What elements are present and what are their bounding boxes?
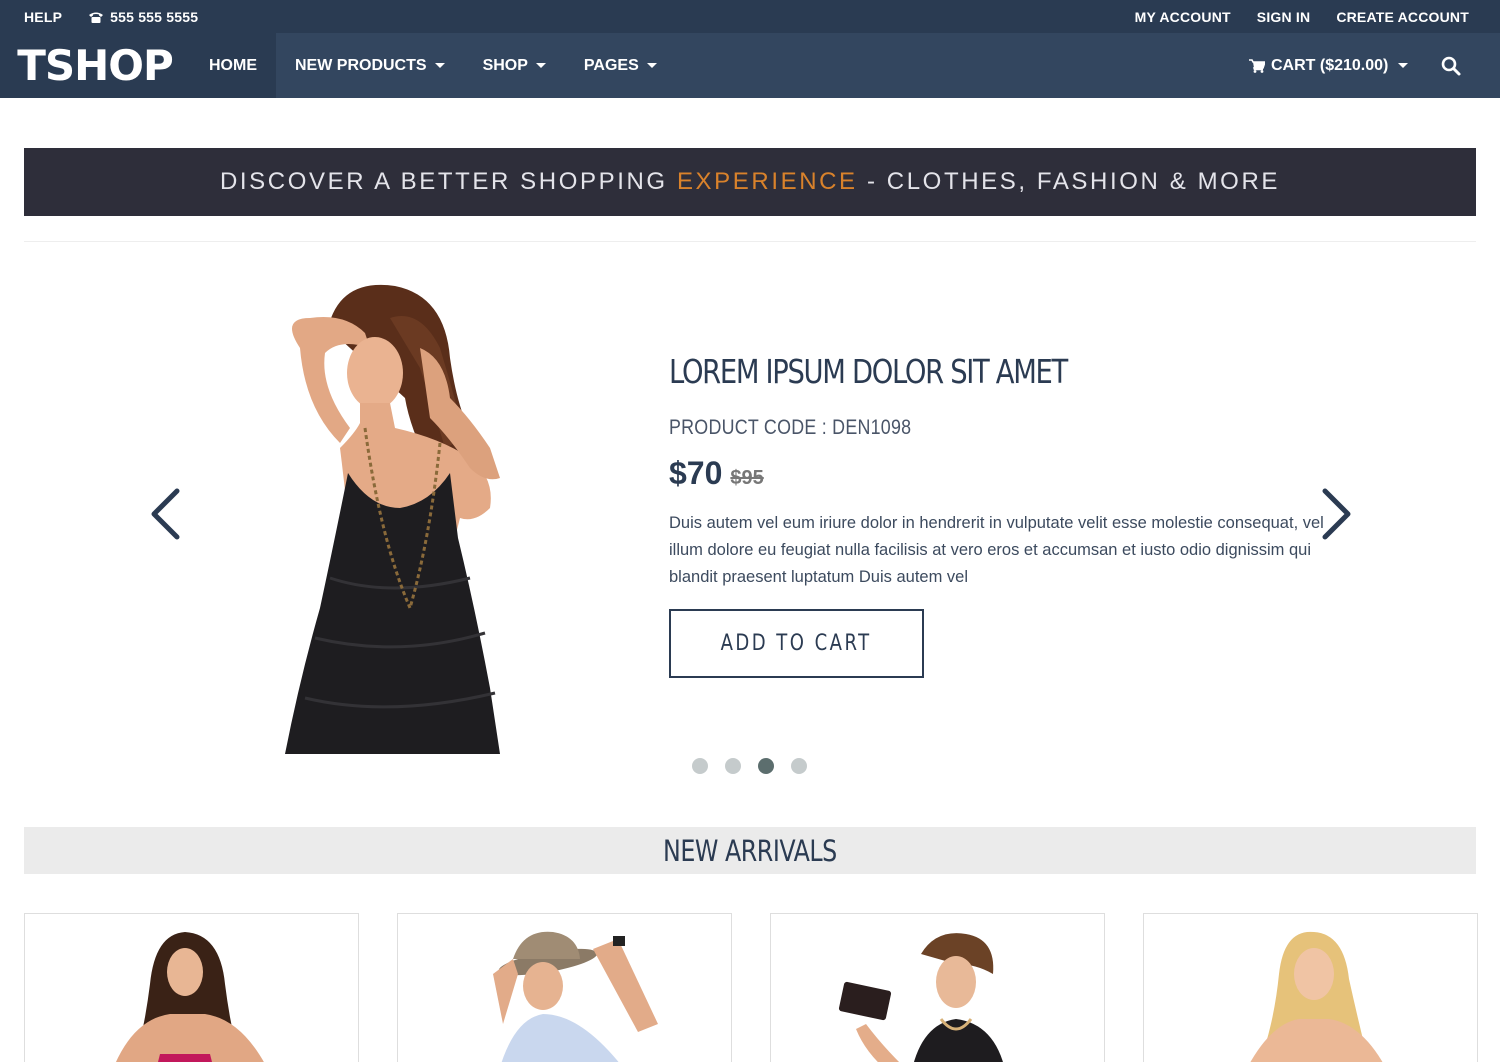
brand-logo[interactable]: TSHOP — [0, 33, 190, 98]
sign-in-link[interactable]: SIGN IN — [1257, 9, 1311, 25]
shopping-cart-icon — [1249, 58, 1265, 73]
nav-item-label: HOME — [209, 56, 257, 74]
nav-item-label: PAGES — [583, 56, 639, 74]
price-current: $70 — [669, 455, 723, 491]
cart-dropdown[interactable]: CART ($210.00) — [1249, 33, 1409, 98]
main-navbar: TSHOP HOME NEW PRODUCTS SHOP PAGES CART … — [0, 33, 1500, 98]
cart-label: CART ($210.00) — [1271, 56, 1389, 74]
product-image-2 — [493, 931, 658, 1062]
slider-dot-2[interactable] — [725, 758, 741, 774]
create-account-link[interactable]: CREATE ACCOUNT — [1336, 9, 1469, 25]
caret-down-icon — [434, 63, 445, 68]
product-card-3[interactable] — [770, 913, 1105, 1062]
nav-item-pages[interactable]: PAGES — [565, 33, 676, 98]
slider-dot-4[interactable] — [791, 758, 807, 774]
help-link[interactable]: HELP — [24, 9, 62, 25]
my-account-link[interactable]: MY ACCOUNT — [1135, 9, 1231, 25]
topbar-left: HELP 555 555 5555 — [24, 0, 198, 33]
phone-icon — [89, 12, 104, 23]
caret-down-icon — [646, 63, 657, 68]
nav-item-label: SHOP — [482, 56, 528, 74]
add-to-cart-button[interactable]: ADD TO CART — [669, 609, 924, 678]
banner-text-highlight: EXPERIENCE — [676, 168, 858, 195]
nav-item-label: NEW PRODUCTS — [295, 56, 427, 74]
slider-pagination — [692, 758, 807, 774]
price-original: $95 — [730, 467, 764, 489]
caret-down-icon — [535, 63, 546, 68]
nav-item-shop[interactable]: SHOP — [464, 33, 565, 98]
banner-text-end: - CLOTHES, FASHION & MORE — [857, 168, 1280, 195]
nav-links: HOME NEW PRODUCTS SHOP PAGES — [190, 33, 676, 98]
slide-description: Duis autem vel eum iriure dolor in hendr… — [669, 514, 1324, 586]
search-icon[interactable] — [1440, 55, 1462, 77]
slider-dot-3[interactable] — [758, 758, 774, 774]
slider-dot-1[interactable] — [692, 758, 708, 774]
product-card-4[interactable] — [1143, 913, 1478, 1062]
slide-price: $70 $95 — [669, 455, 764, 492]
new-arrivals-header: NEW ARRIVALS — [24, 827, 1476, 874]
new-arrivals-title: NEW ARRIVALS — [663, 833, 837, 868]
slider-prev-arrow-icon[interactable] — [146, 484, 186, 544]
slide-model-image — [285, 284, 500, 754]
product-card-2[interactable] — [397, 913, 732, 1062]
phone-number: 555 555 5555 — [110, 8, 199, 25]
product-image-4 — [1250, 931, 1383, 1062]
product-image-1 — [115, 932, 264, 1062]
caret-down-icon — [1398, 63, 1409, 68]
topbar-right: MY ACCOUNT SIGN IN CREATE ACCOUNT — [1135, 0, 1469, 33]
phone-link[interactable]: 555 555 5555 — [88, 9, 198, 25]
product-card-1[interactable] — [24, 913, 359, 1062]
banner-text: DISCOVER A BETTER SHOPPING EXPERIENCE - … — [220, 168, 1280, 196]
add-to-cart-label: ADD TO CART — [720, 631, 873, 656]
promo-banner: DISCOVER A BETTER SHOPPING EXPERIENCE - … — [24, 148, 1476, 216]
banner-text-start: DISCOVER A BETTER SHOPPING — [219, 168, 677, 195]
nav-item-new-products[interactable]: NEW PRODUCTS — [276, 33, 464, 98]
nav-item-home[interactable]: HOME — [190, 33, 276, 98]
product-image-3 — [838, 933, 1003, 1062]
brand-name: TSHOP — [17, 41, 174, 90]
section-divider — [24, 241, 1476, 242]
slide-product-title: LOREM IPSUM DOLOR SIT AMET — [669, 352, 1068, 391]
slider-next-arrow-icon[interactable] — [1316, 484, 1356, 544]
top-utility-bar: HELP 555 555 5555 MY ACCOUNT SIGN IN CRE… — [0, 0, 1500, 33]
slide-product-code: PRODUCT CODE : DEN1098 — [669, 416, 912, 439]
